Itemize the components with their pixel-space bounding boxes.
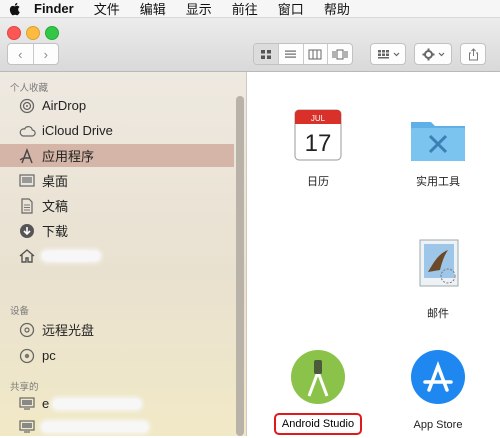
redacted-computer-name [42, 421, 148, 432]
column-view-button[interactable] [302, 44, 328, 64]
calendar-icon: JUL 17 [294, 109, 342, 161]
menu-view[interactable]: 显示 [186, 0, 212, 18]
sidebar-item-airdrop[interactable]: AirDrop [0, 94, 234, 117]
arrange-button[interactable] [370, 43, 406, 65]
applications-icon [18, 147, 36, 165]
sidebar-item-icloud-drive[interactable]: iCloud Drive [0, 119, 234, 142]
cover-flow-icon [332, 49, 348, 59]
app-store-icon [411, 350, 465, 404]
disc-icon [18, 321, 36, 339]
devices-header: 设备 [10, 306, 30, 317]
sidebar-item-documents[interactable]: 文稿 [0, 194, 234, 217]
chevron-right-icon: › [43, 46, 48, 62]
computer-icon [18, 418, 36, 436]
sidebar-item-label: 应用程序 [42, 149, 95, 164]
sidebar-item-shared-computer[interactable] [0, 415, 234, 438]
navigation-buttons: ‹ › [7, 43, 59, 65]
documents-icon [18, 197, 36, 215]
sidebar-item-label: 桌面 [42, 174, 69, 189]
action-button[interactable] [414, 43, 452, 65]
sidebar-item-pc[interactable]: pc [0, 344, 234, 367]
android-studio-highlight-label: Android Studio [273, 413, 363, 435]
sidebar-item-label: 远程光盘 [42, 323, 95, 338]
redacted-username [42, 250, 100, 261]
app-item-app-store[interactable]: App Store [383, 348, 493, 431]
sidebar-item-label: e [42, 396, 50, 411]
disk-icon [18, 347, 36, 365]
toolbar: ‹ › [0, 18, 500, 72]
redacted-computer-name [53, 398, 142, 409]
menu-help[interactable]: 帮助 [324, 0, 350, 18]
blank-app-icon [289, 228, 347, 286]
share-button[interactable] [460, 43, 486, 65]
utilities-folder-icon [411, 122, 465, 161]
sidebar-item-remote-disc[interactable]: 远程光盘 [0, 318, 234, 341]
chevron-left-icon: ‹ [18, 46, 23, 62]
airdrop-icon [18, 97, 36, 115]
apple-icon[interactable] [8, 2, 22, 16]
back-button[interactable]: ‹ [8, 44, 33, 64]
svg-text:JUL: JUL [311, 114, 326, 123]
close-window-button[interactable] [7, 26, 21, 40]
android-studio-icon [291, 350, 345, 404]
applications-grid: JUL 17 日历 实用工具 邮件 Android Studio App Sto… [247, 72, 500, 436]
app-label: App Store [413, 419, 463, 431]
home-icon [18, 247, 36, 265]
sidebar-item-home[interactable] [0, 244, 234, 267]
sidebar-item-label: 文稿 [42, 199, 69, 214]
share-icon [468, 47, 478, 60]
app-label: 实用工具 [416, 176, 460, 188]
view-mode-control [253, 43, 353, 65]
app-item-blank[interactable] [263, 228, 373, 286]
list-view-button[interactable] [277, 44, 303, 64]
sidebar: 个人收藏 AirDrop iCloud Drive 应用程序 桌面 文稿 下载 … [0, 72, 247, 436]
favorites-header: 个人收藏 [10, 83, 49, 94]
app-item-calendar[interactable]: JUL 17 日历 [263, 106, 373, 189]
cloud-icon [18, 122, 36, 140]
computer-icon [18, 395, 36, 413]
app-item-utilities[interactable]: 实用工具 [383, 114, 493, 189]
sidebar-scrollbar[interactable] [236, 96, 244, 436]
svg-text:17: 17 [305, 130, 332, 157]
sidebar-item-label: iCloud Drive [42, 123, 113, 138]
sidebar-item-shared-computer[interactable]: e [0, 392, 234, 415]
mail-icon [419, 239, 459, 287]
minimize-window-button[interactable] [26, 26, 40, 40]
shared-header: 共享的 [10, 382, 39, 393]
chevron-down-icon [393, 52, 399, 56]
app-item-mail[interactable]: 邮件 [383, 236, 493, 321]
list-view-icon [285, 50, 297, 58]
cover-flow-view-button[interactable] [327, 44, 352, 64]
sidebar-item-label: pc [42, 348, 56, 363]
finder-window: ‹ › 个人收藏 AirDrop iCloud Drive 应用程序 桌面 文稿… [0, 18, 500, 436]
menu-go[interactable]: 前往 [232, 0, 258, 18]
menu-bar: Finder 文件 编辑 显示 前往 窗口 帮助 [0, 0, 500, 18]
menu-file[interactable]: 文件 [94, 0, 120, 18]
sidebar-item-label: 下载 [42, 224, 69, 239]
forward-button[interactable]: › [32, 44, 59, 64]
menu-app-name[interactable]: Finder [34, 1, 74, 16]
app-label: 日历 [307, 176, 329, 188]
sidebar-item-applications[interactable]: 应用程序 [0, 144, 234, 167]
desktop-icon [18, 172, 36, 190]
column-view-icon [308, 49, 322, 59]
sidebar-item-downloads[interactable]: 下载 [0, 219, 234, 242]
app-item-android-studio[interactable]: Android Studio [263, 348, 373, 435]
icon-view-icon [260, 49, 271, 59]
download-icon [18, 222, 36, 240]
sidebar-item-label: AirDrop [42, 98, 87, 113]
chevron-down-icon [438, 52, 444, 56]
menu-edit[interactable]: 编辑 [140, 0, 166, 18]
icon-view-button[interactable] [254, 44, 278, 64]
gear-icon [422, 48, 434, 60]
zoom-window-button[interactable] [45, 26, 59, 40]
menu-window[interactable]: 窗口 [278, 0, 304, 18]
app-label: 邮件 [427, 308, 449, 320]
grid-icon [377, 49, 389, 58]
sidebar-item-desktop[interactable]: 桌面 [0, 169, 234, 192]
